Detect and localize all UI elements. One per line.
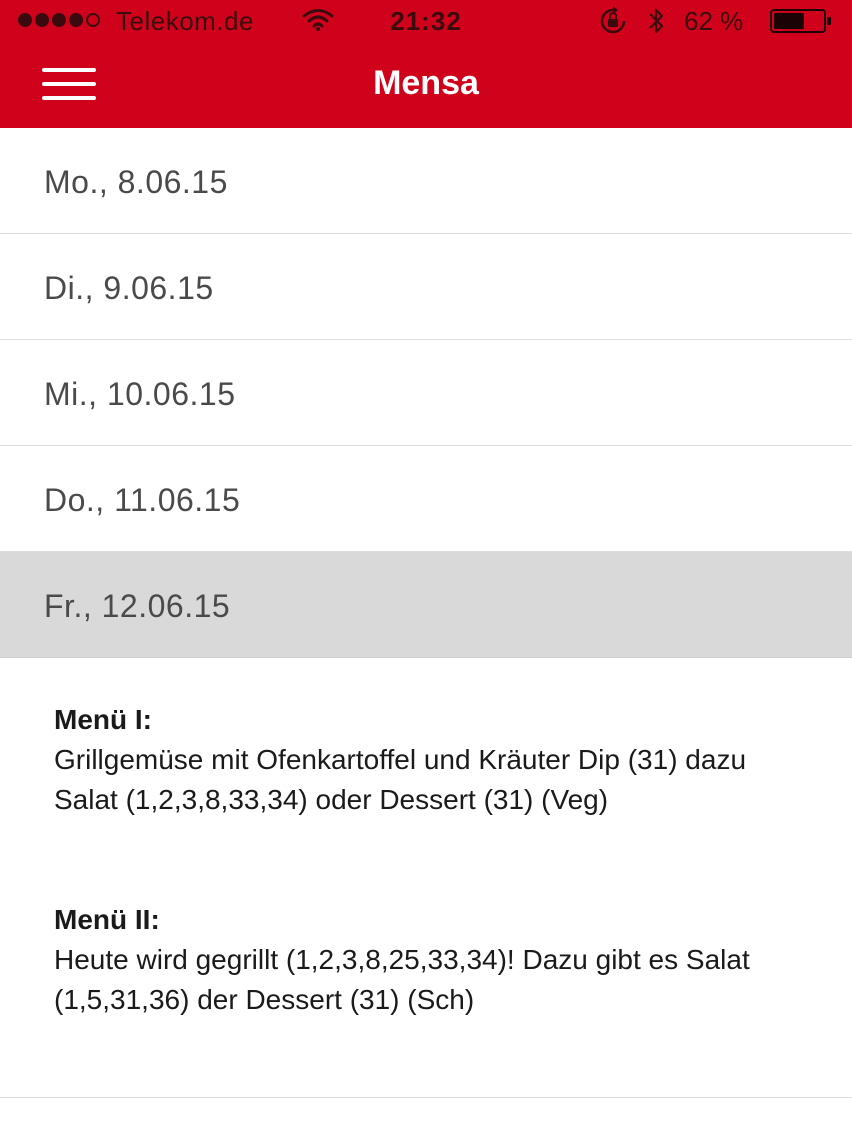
day-list: Mo., 8.06.15 Di., 9.06.15 Mi., 10.06.15 …	[0, 128, 852, 658]
day-label: Mo., 8.06.15	[44, 164, 228, 200]
battery-percent: 62 %	[684, 6, 744, 36]
day-row-friday[interactable]: Fr., 12.06.15	[0, 552, 852, 658]
bluetooth-icon	[649, 8, 664, 34]
day-label: Fr., 12.06.15	[44, 588, 231, 624]
menu-item: Menü II: Heute wird gegrillt (1,2,3,8,25…	[54, 900, 774, 1020]
day-row-tuesday[interactable]: Di., 9.06.15	[0, 234, 852, 340]
day-row-thursday[interactable]: Do., 11.06.15	[0, 446, 852, 552]
menu-description: Heute wird gegrillt (1,2,3,8,25,33,34)! …	[54, 944, 750, 1015]
day-label: Do., 11.06.15	[44, 482, 241, 518]
mensa-screen: Telekom.de 21:32 62 % Mensa Mo., 8.06.15…	[0, 0, 852, 1136]
day-row-wednesday[interactable]: Mi., 10.06.15	[0, 340, 852, 446]
menu-title: Menü II:	[54, 904, 160, 935]
page-title: Mensa	[373, 64, 479, 102]
navigation-bar: Mensa	[0, 40, 852, 128]
menu-title: Menü I:	[54, 704, 152, 735]
status-bar: Telekom.de 21:32 62 %	[0, 0, 852, 40]
menu-item: Menü I: Grillgemüse mit Ofenkartoffel un…	[54, 700, 774, 820]
menu-description: Grillgemüse mit Ofenkartoffel und Kräute…	[54, 744, 747, 815]
battery-icon	[770, 9, 831, 33]
menu-detail-panel: Menü I: Grillgemüse mit Ofenkartoffel un…	[0, 660, 852, 1098]
day-label: Mi., 10.06.15	[44, 376, 236, 412]
lock-rotation-icon	[600, 6, 626, 34]
day-label: Di., 9.06.15	[44, 270, 214, 306]
day-row-monday[interactable]: Mo., 8.06.15	[0, 128, 852, 234]
app-header: Telekom.de 21:32 62 % Mensa	[0, 0, 852, 128]
